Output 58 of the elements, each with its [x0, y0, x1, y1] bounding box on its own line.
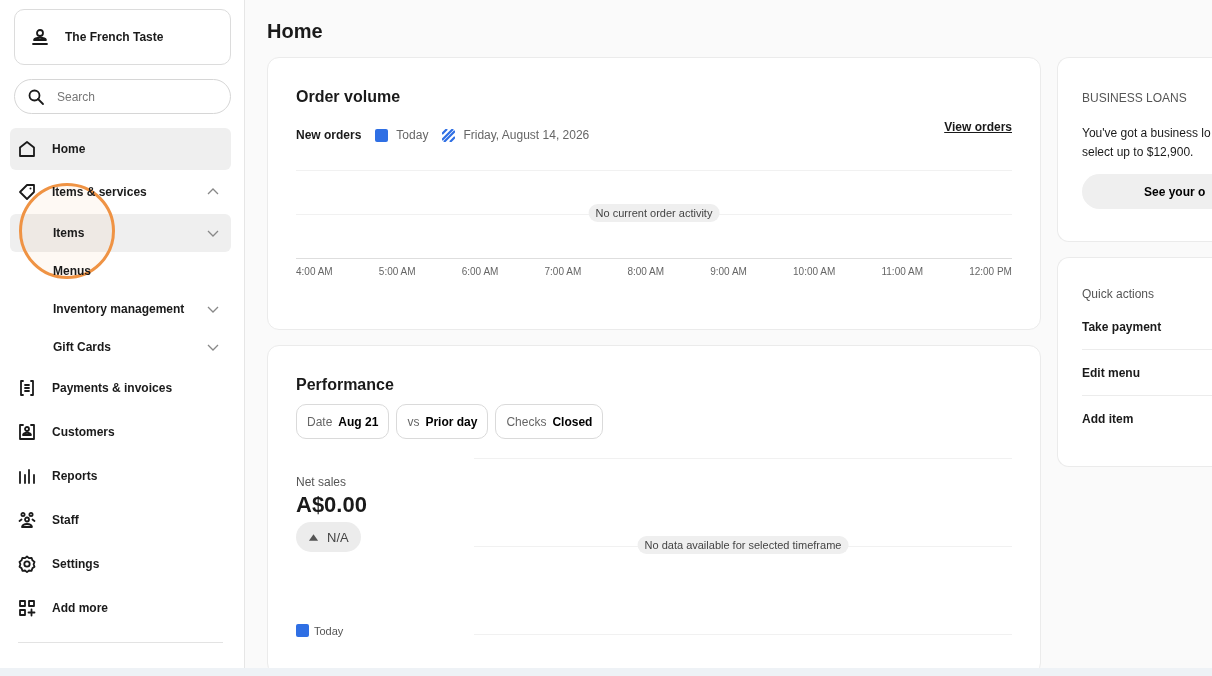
nav-item[interactable]: Customers — [10, 410, 231, 454]
home-icon — [18, 140, 36, 158]
filter-button[interactable]: Checks Closed — [495, 404, 604, 439]
axis-label: 12:00 PM — [969, 266, 1012, 277]
nav-item[interactable]: Reports — [10, 454, 231, 498]
loan-offer-text: You've got a business lo select up to $12,900. — [1082, 125, 1212, 161]
legend-swatch — [296, 624, 309, 637]
nav-item[interactable]: Staff — [10, 498, 231, 542]
nav-item[interactable]: Payments & invoices — [10, 366, 231, 410]
nav-item[interactable]: Menus — [10, 252, 231, 290]
page-title: Home — [267, 20, 324, 43]
legend-label: Today — [314, 624, 344, 637]
quick-action-item[interactable]: Take payment — [1082, 305, 1212, 349]
people-icon — [18, 511, 36, 529]
nav-item[interactable]: Items — [10, 214, 231, 252]
filter-button[interactable]: Date Aug 21 — [296, 404, 390, 439]
quick-action-item[interactable]: Edit menu — [1082, 349, 1212, 395]
search-field[interactable]: Search — [14, 79, 231, 114]
axis-label: 11:00 AM — [881, 266, 923, 277]
empty-state-message: No data available for selected timeframe — [637, 536, 849, 554]
nav-item[interactable]: Add more — [10, 586, 231, 630]
tag-icon — [18, 183, 36, 201]
axis-label: 10:00 AM — [793, 266, 836, 277]
legend-label: Today — [396, 128, 429, 142]
legend-swatch — [375, 128, 389, 142]
see-offer-button[interactable]: See your o — [1082, 174, 1212, 209]
section-heading: Quick actions — [1082, 287, 1156, 301]
nav-item[interactable]: Items & services — [10, 170, 231, 214]
grid-plus-icon — [18, 599, 36, 617]
change-badge: N/A — [296, 522, 361, 552]
customer-card-icon — [18, 423, 36, 441]
axis-label: 5:00 AM — [378, 266, 416, 277]
empty-state-message: No current order activity — [588, 204, 720, 222]
receipt-icon — [18, 379, 36, 397]
metric-label: Net sales — [296, 475, 347, 489]
nav-item[interactable]: Settings — [10, 542, 231, 586]
nav-item[interactable]: Home — [10, 128, 231, 170]
nav-item[interactable]: Gift Cards — [10, 328, 231, 366]
axis-label: 9:00 AM — [710, 266, 747, 277]
gear-icon — [18, 555, 36, 573]
quick-action-item[interactable]: Add item — [1082, 395, 1212, 441]
business-switcher[interactable]: The French Taste — [14, 9, 231, 65]
legend-swatch — [442, 128, 456, 142]
section-heading: BUSINESS LOANS — [1082, 91, 1188, 105]
nav-item[interactable]: Inventory management — [10, 290, 231, 328]
axis-label: 7:00 AM — [544, 266, 582, 277]
axis-label: 6:00 AM — [461, 266, 499, 277]
filter-button[interactable]: vs Prior day — [396, 404, 489, 439]
axis-label: 4:00 AM — [296, 266, 333, 277]
bar-chart-icon — [18, 467, 36, 485]
legend-label: Friday, August 14, 2026 — [463, 128, 590, 142]
card-title: Performance — [296, 376, 395, 394]
legend-title: New orders — [296, 128, 362, 142]
axis-label: 8:00 AM — [627, 266, 665, 277]
view-orders-link[interactable]: View orders — [944, 120, 1012, 134]
metric-value: A$0.00 — [296, 492, 367, 518]
person-icon — [31, 28, 49, 46]
card-title: Order volume — [296, 88, 402, 106]
